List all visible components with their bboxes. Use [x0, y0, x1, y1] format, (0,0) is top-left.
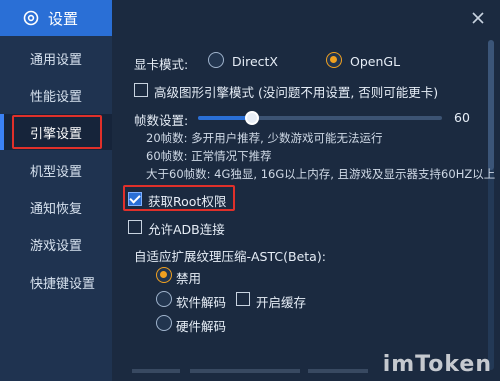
- highlight-box-engine: [12, 115, 102, 149]
- radio-astc-hardware-label[interactable]: 硬件解码: [176, 316, 226, 335]
- sidebar-item-device-model[interactable]: 机型设置: [0, 152, 112, 188]
- adb-checkbox[interactable]: [128, 220, 142, 234]
- fps-note-above-60: 大于60帧数: 4G独显, 16G以上内存, 且游戏及显示器支持60HZ以上: [146, 167, 496, 181]
- advanced-graphics-label[interactable]: 高级图形引擎模式 (没问题不用设置, 否则可能更卡): [154, 82, 438, 101]
- fps-slider[interactable]: [198, 116, 442, 120]
- radio-astc-hardware[interactable]: [156, 315, 172, 331]
- radio-directx-label[interactable]: DirectX: [232, 54, 278, 69]
- astc-cache-label[interactable]: 开启缓存: [256, 292, 306, 311]
- radio-astc-software-label[interactable]: 软件解码: [176, 292, 226, 311]
- radio-directx[interactable]: [208, 52, 224, 68]
- fps-label: 帧数设置:: [134, 113, 189, 128]
- radio-astc-disabled-label[interactable]: 禁用: [176, 268, 201, 287]
- fps-note-60: 60帧数: 正常情况下推荐: [146, 149, 272, 163]
- settings-header: 设置: [0, 0, 112, 36]
- sidebar-item-shortcuts[interactable]: 快捷键设置: [0, 264, 112, 300]
- highlight-box-root: [123, 185, 235, 211]
- close-icon[interactable]: [470, 10, 486, 26]
- settings-title: 设置: [48, 9, 79, 28]
- sidebar-item-game[interactable]: 游戏设置: [0, 226, 112, 262]
- astc-cache-checkbox[interactable]: [236, 292, 250, 306]
- faded-overflow-text: [132, 366, 392, 376]
- watermark: imToken: [382, 352, 492, 377]
- sidebar: 设置 通用设置 性能设置 引擎设置 机型设置 通知恢复 游戏设置 快捷键设置: [0, 0, 112, 381]
- adb-label[interactable]: 允许ADB连接: [148, 219, 225, 238]
- radio-opengl-label[interactable]: OpenGL: [350, 54, 400, 69]
- fps-slider-fill: [198, 116, 252, 120]
- radio-astc-disabled[interactable]: [156, 267, 172, 283]
- sidebar-item-notification[interactable]: 通知恢复: [0, 189, 112, 225]
- scrollbar[interactable]: [488, 40, 494, 370]
- fps-slider-thumb[interactable]: [244, 111, 259, 125]
- radio-astc-software[interactable]: [156, 291, 172, 307]
- fps-value: 60: [454, 110, 470, 125]
- astc-label: 自适应扩展纹理压缩-ASTC(Beta):: [134, 249, 326, 264]
- sidebar-item-performance[interactable]: 性能设置: [0, 77, 112, 113]
- radio-opengl[interactable]: [326, 52, 342, 68]
- graphics-mode-label: 显卡模式:: [134, 57, 189, 72]
- scrollbar-thumb[interactable]: [488, 40, 494, 170]
- fps-note-20: 20帧数: 多开用户推荐, 少数游戏可能无法运行: [146, 131, 383, 145]
- advanced-graphics-checkbox[interactable]: [134, 83, 148, 97]
- sidebar-item-general[interactable]: 通用设置: [0, 40, 112, 76]
- gear-icon: [22, 9, 40, 27]
